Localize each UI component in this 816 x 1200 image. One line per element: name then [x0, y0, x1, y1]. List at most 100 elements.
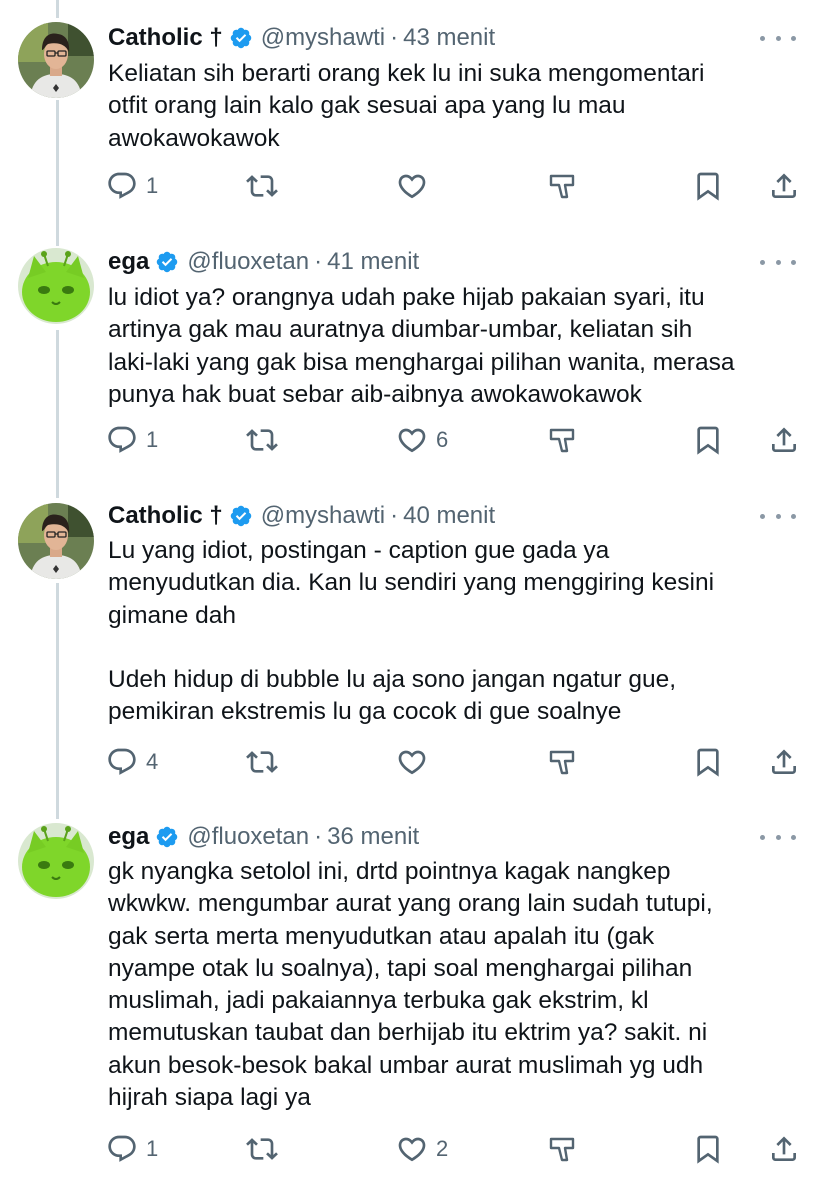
timestamp[interactable]: 41 menit: [327, 248, 419, 276]
like-button[interactable]: [396, 744, 436, 780]
share-button[interactable]: [768, 744, 800, 780]
bookmark-icon: [692, 746, 724, 778]
bookmark-button[interactable]: [692, 422, 724, 458]
share-icon: [768, 424, 800, 456]
bookmark-button[interactable]: [692, 168, 724, 204]
avatar[interactable]: [18, 503, 94, 579]
tweet-text: Lu yang idiot, postingan - caption gue g…: [108, 537, 715, 726]
tweet-text: gk nyangka setolol ini, drtd pointnya ka…: [108, 858, 713, 1112]
tweet-text: lu idiot ya? orangnya udah pake hijab pa…: [108, 284, 735, 408]
action-bar: 1 2: [106, 1131, 800, 1167]
tweet[interactable]: ega @fluoxetan · 36 menit gk nyangka set…: [0, 820, 816, 1200]
share-icon: [768, 170, 800, 202]
avatar[interactable]: [18, 248, 94, 324]
tweet-header: Catholic † @myshawti · 43 menit: [108, 22, 746, 54]
verified-badge-icon: [229, 26, 253, 50]
reply-button[interactable]: 1: [106, 168, 158, 204]
views-icon: [546, 746, 578, 778]
tweet[interactable]: ega @fluoxetan · 41 menit lu idiot ya? o…: [0, 245, 816, 498]
reply-icon: [106, 424, 138, 456]
heart-icon: [396, 424, 428, 456]
display-name[interactable]: ega: [108, 248, 149, 276]
timestamp[interactable]: 40 menit: [403, 502, 495, 530]
reply-icon: [106, 1133, 138, 1165]
display-name[interactable]: Catholic †: [108, 502, 223, 530]
tweet[interactable]: Catholic † @myshawti · 43 menit Keliatan…: [0, 0, 816, 245]
reply-button[interactable]: 1: [106, 1131, 158, 1167]
repost-button[interactable]: [246, 422, 286, 458]
more-options-icon[interactable]: [760, 28, 796, 48]
man-with-glasses-avatar-icon: [18, 22, 94, 98]
more-options-icon[interactable]: [760, 827, 796, 847]
man-with-glasses-avatar-icon: [18, 503, 94, 579]
heart-icon: [396, 1133, 428, 1165]
repost-icon: [246, 1133, 278, 1165]
like-count: 2: [436, 1136, 449, 1161]
separator-dot: ·: [390, 502, 399, 529]
share-icon: [768, 1133, 800, 1165]
avatar[interactable]: [18, 22, 94, 98]
reply-count: 4: [146, 749, 159, 774]
action-bar: 1 6: [106, 422, 800, 458]
separator-dot: ·: [314, 248, 323, 275]
bookmark-icon: [692, 1133, 724, 1165]
green-alien-cat-avatar-icon: [18, 823, 94, 899]
reply-button[interactable]: 4: [106, 744, 158, 780]
timestamp[interactable]: 36 menit: [327, 823, 419, 851]
bookmark-icon: [692, 170, 724, 202]
share-button[interactable]: [768, 168, 800, 204]
views-icon: [546, 1133, 578, 1165]
timestamp[interactable]: 43 menit: [403, 24, 495, 52]
user-handle[interactable]: @myshawti: [261, 24, 385, 52]
like-button[interactable]: 2: [396, 1131, 448, 1167]
verified-badge-icon: [155, 825, 179, 849]
views-button[interactable]: [546, 744, 578, 780]
heart-icon: [396, 746, 428, 778]
bookmark-button[interactable]: [692, 744, 724, 780]
share-icon: [768, 746, 800, 778]
bookmark-icon: [692, 424, 724, 456]
tweet-header: ega @fluoxetan · 36 menit: [108, 821, 746, 853]
reply-button[interactable]: 1: [106, 422, 158, 458]
user-handle[interactable]: @fluoxetan: [187, 248, 309, 276]
reply-count: 1: [146, 1136, 159, 1161]
user-handle[interactable]: @fluoxetan: [187, 823, 309, 851]
tweet-text: Keliatan sih berarti orang kek lu ini su…: [108, 60, 705, 152]
views-button[interactable]: [546, 168, 578, 204]
tweet-header: ega @fluoxetan · 41 menit: [108, 246, 746, 278]
separator-dot: ·: [390, 24, 399, 51]
display-name[interactable]: ega: [108, 823, 149, 851]
reply-count: 1: [146, 427, 159, 452]
user-handle[interactable]: @myshawti: [261, 502, 385, 530]
more-options-icon[interactable]: [760, 506, 796, 526]
views-button[interactable]: [546, 1131, 578, 1167]
separator-dot: ·: [314, 823, 323, 850]
share-button[interactable]: [768, 1131, 800, 1167]
repost-button[interactable]: [246, 1131, 286, 1167]
like-button[interactable]: 6: [396, 422, 448, 458]
repost-button[interactable]: [246, 744, 286, 780]
avatar[interactable]: [18, 823, 94, 899]
reply-count: 1: [146, 173, 159, 198]
repost-button[interactable]: [246, 168, 286, 204]
reply-icon: [106, 170, 138, 202]
like-button[interactable]: [396, 168, 436, 204]
heart-icon: [396, 170, 428, 202]
tweet-header: Catholic † @myshawti · 40 menit: [108, 500, 746, 532]
repost-icon: [246, 746, 278, 778]
share-button[interactable]: [768, 422, 800, 458]
verified-badge-icon: [155, 250, 179, 274]
repost-icon: [246, 170, 278, 202]
green-alien-cat-avatar-icon: [18, 248, 94, 324]
more-options-icon[interactable]: [760, 252, 796, 272]
tweet[interactable]: Catholic † @myshawti · 40 menit Lu yang …: [0, 498, 816, 820]
repost-icon: [246, 424, 278, 456]
bookmark-button[interactable]: [692, 1131, 724, 1167]
views-icon: [546, 170, 578, 202]
views-button[interactable]: [546, 422, 578, 458]
verified-badge-icon: [229, 504, 253, 528]
reply-icon: [106, 746, 138, 778]
action-bar: 1: [106, 168, 800, 204]
views-icon: [546, 424, 578, 456]
display-name[interactable]: Catholic †: [108, 24, 223, 52]
